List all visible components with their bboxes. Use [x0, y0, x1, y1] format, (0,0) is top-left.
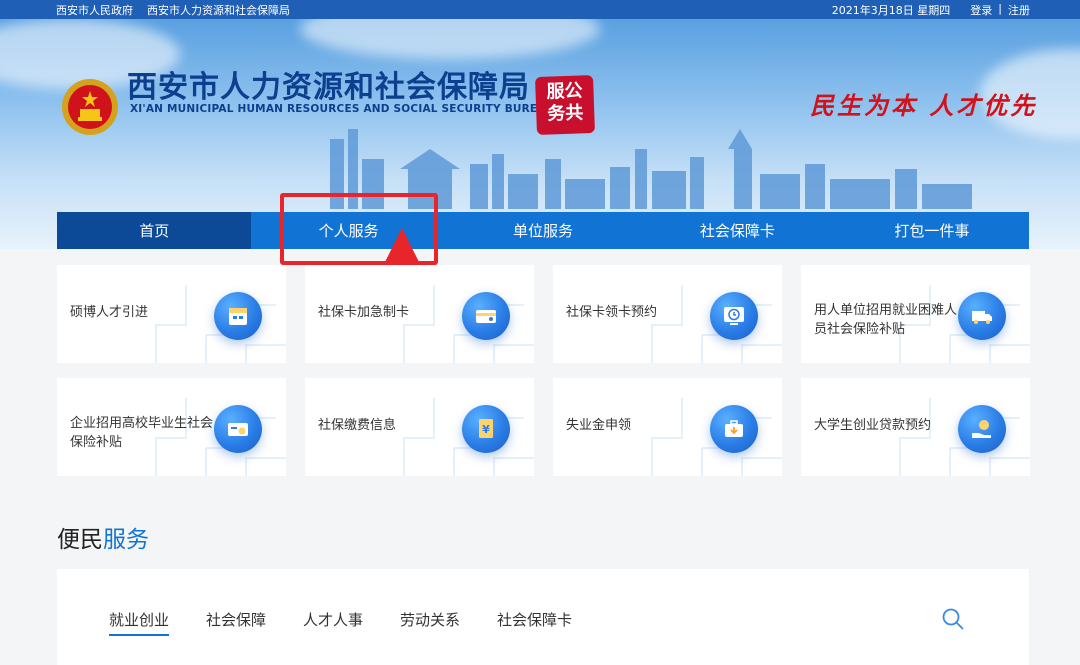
svg-text:¥: ¥: [482, 423, 490, 436]
service-card[interactable]: 企业招用高校毕业生社会保险补贴: [57, 378, 286, 476]
card-label: 企业招用高校毕业生社会保险补贴: [70, 416, 214, 450]
service-card[interactable]: 社保卡领卡预约: [553, 265, 782, 363]
briefcase-icon: [710, 405, 758, 453]
service-card[interactable]: 失业金申领: [553, 378, 782, 476]
card-label: 大学生创业贷款预约: [814, 418, 932, 433]
link-xian-gov[interactable]: 西安市人民政府: [56, 2, 133, 18]
search-icon[interactable]: [941, 607, 965, 631]
nav-package-services[interactable]: 打包一件事: [835, 212, 1029, 249]
card-icon: [462, 292, 510, 340]
hand-coin-icon: [958, 405, 1006, 453]
yuan-document-icon: ¥: [462, 405, 510, 453]
tab-social-security[interactable]: 社会保障: [206, 609, 266, 630]
convenience-tabs-panel: 就业创业 社会保障 人才人事 劳动关系 社会保障卡: [57, 569, 1029, 665]
card-label: 硕博人才引进: [70, 305, 149, 320]
main-nav: 首页 个人服务 单位服务 社会保障卡 打包一件事: [57, 212, 1029, 249]
tab-talent-personnel[interactable]: 人才人事: [303, 609, 363, 630]
current-date: 2021年3月18日 星期四: [831, 4, 951, 17]
bureau-title-en: XI'AN MUNICIPAL HUMAN RESOURCES AND SOCI…: [130, 103, 555, 115]
card-label: 失业金申领: [566, 418, 632, 433]
tab-employment[interactable]: 就业创业: [109, 609, 170, 636]
national-emblem-icon: [62, 79, 118, 135]
card-label: 社保卡加急制卡: [318, 305, 410, 320]
card-label: 社保缴费信息: [318, 418, 397, 433]
service-card[interactable]: 硕博人才引进: [57, 265, 286, 363]
card-label: 社保卡领卡预约: [566, 305, 658, 320]
nav-home[interactable]: 首页: [57, 212, 252, 249]
service-card[interactable]: 大学生创业贷款预约: [801, 378, 1030, 476]
bureau-title-cn: 西安市人力资源和社会保障局: [127, 70, 530, 105]
truck-icon: [958, 292, 1006, 340]
nav-social-security-card[interactable]: 社会保障卡: [640, 212, 834, 249]
link-hrss-bureau[interactable]: 西安市人力资源和社会保障局: [147, 2, 290, 18]
section-title: 便民服务: [57, 527, 149, 553]
card-label: 用人单位招用就业困难人员社会保险补贴: [814, 303, 958, 337]
service-card[interactable]: 社保卡加急制卡: [305, 265, 534, 363]
service-card[interactable]: 社保缴费信息 ¥: [305, 378, 534, 476]
login-link[interactable]: 登录: [970, 2, 992, 18]
clock-monitor-icon: [710, 292, 758, 340]
service-seal-logo: 服公 务共: [535, 75, 595, 135]
top-links: 西安市人民政府 西安市人力资源和社会保障局: [56, 2, 290, 18]
separator: |: [998, 2, 1002, 15]
top-bar: 西安市人民政府 西安市人力资源和社会保障局 2021年3月18日 星期四 登录 …: [0, 0, 1080, 19]
slogan: 民生为本 人才优先: [810, 91, 1038, 120]
tab-labor-relations[interactable]: 劳动关系: [400, 609, 460, 630]
nav-unit-services[interactable]: 单位服务: [446, 212, 640, 249]
calendar-icon: [214, 292, 262, 340]
coin-card-icon: [214, 405, 262, 453]
service-card[interactable]: 用人单位招用就业困难人员社会保险补贴: [801, 265, 1030, 363]
register-link[interactable]: 注册: [1008, 2, 1030, 18]
top-right: 2021年3月18日 星期四 登录 | 注册: [832, 2, 1030, 18]
tab-social-security-card[interactable]: 社会保障卡: [497, 609, 572, 630]
